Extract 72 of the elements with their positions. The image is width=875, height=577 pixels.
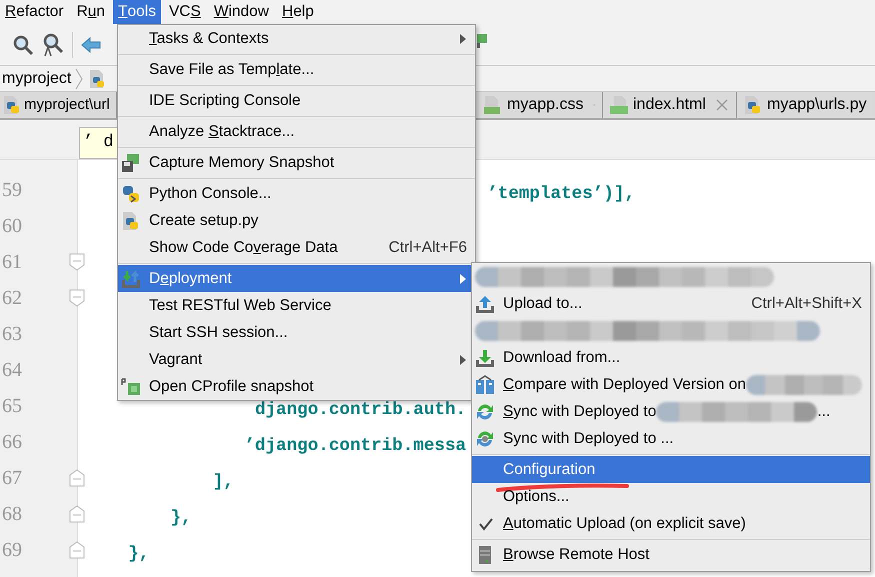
menu-item[interactable]: Run: [72, 0, 110, 24]
menu-item[interactable]: Vagrant: [118, 346, 475, 373]
menu-item[interactable]: Sync with Deployed to ...: [472, 425, 870, 452]
css-file-icon: [483, 95, 503, 115]
breadcrumb-item[interactable]: myproject: [2, 66, 72, 90]
python-file-icon: [121, 210, 141, 230]
code-line: },: [128, 546, 150, 562]
submenu-arrow-icon: [459, 272, 467, 284]
menu-item[interactable]: Analyze Stacktrace...: [118, 118, 475, 145]
line-number: 60: [2, 214, 22, 239]
code-line: ’django.contrib.messa: [244, 438, 466, 454]
chevron-icon: [75, 68, 84, 90]
menu-item[interactable]: IDE Scripting Console: [118, 87, 475, 114]
code-line: django.contrib.auth.: [254, 402, 466, 418]
profiler-icon: [121, 376, 141, 396]
line-number: 62: [2, 286, 22, 311]
fold-marker-icon[interactable]: [69, 541, 85, 559]
fold-marker-icon[interactable]: [69, 253, 85, 271]
python-icon: [121, 184, 141, 204]
menu-item[interactable]: Compare with Deployed Version on: [472, 371, 870, 398]
upload-icon: [475, 294, 495, 314]
fold-marker-icon[interactable]: [69, 469, 85, 487]
menu-item[interactable]: Save File as Template...: [118, 56, 475, 83]
line-number: 67: [2, 466, 22, 491]
submenu-arrow-icon: [459, 32, 467, 44]
line-number: 65: [2, 394, 22, 419]
memory-snapshot-icon: [121, 152, 141, 172]
search-icon[interactable]: [12, 34, 34, 56]
code-line: ’templates’)],: [487, 186, 636, 202]
back-arrow-icon[interactable]: [81, 36, 101, 52]
sync-icon: [475, 402, 495, 422]
menu-item[interactable]: Show Code Coverage Data Ctrl+Alt+F6: [118, 234, 475, 261]
menu-item[interactable]: Options...: [472, 483, 870, 510]
menu-item[interactable]: Start SSH session...: [118, 319, 475, 346]
menu-item[interactable]: Browse Remote Host: [472, 541, 870, 568]
line-number: 69: [2, 538, 22, 563]
menu-item[interactable]: Upload to... Ctrl+Alt+Shift+X: [472, 290, 870, 317]
download-icon: [475, 348, 495, 368]
line-number: 59: [2, 178, 22, 203]
line-number: 64: [2, 358, 22, 383]
sync-icon: [475, 428, 495, 448]
menu-item[interactable]: Refactor: [0, 0, 69, 24]
submenu-arrow-icon: [459, 354, 467, 366]
menu-item[interactable]: Open CProfile snapshot: [118, 373, 475, 400]
fold-marker-icon[interactable]: [69, 505, 85, 523]
menu-item[interactable]: Window: [208, 0, 274, 24]
menu-item[interactable]: Automatic Upload (on explicit save): [472, 510, 870, 537]
code-line: ],: [212, 474, 234, 490]
deploy-icon: [121, 268, 141, 288]
line-number: 61: [2, 250, 22, 275]
menu-item[interactable]: Help: [276, 0, 319, 24]
menu-item[interactable]: Download from...: [472, 344, 870, 371]
python-file-icon: [743, 95, 763, 115]
chip-icon[interactable]: [476, 33, 488, 49]
close-icon[interactable]: [716, 99, 728, 111]
code-line: },: [170, 510, 192, 526]
menu-item[interactable]: Test RESTful Web Service: [118, 292, 475, 319]
search-text-icon[interactable]: [42, 32, 64, 56]
menu-item[interactable]: Python Console...: [118, 180, 475, 207]
tooltip: ’ d: [79, 127, 119, 159]
menu-item[interactable]: Tools: [113, 0, 161, 24]
menu-item[interactable]: Create setup.py: [118, 207, 475, 234]
menu-item[interactable]: VCS: [164, 0, 206, 24]
python-file-icon: [2, 95, 22, 115]
menu-item[interactable]: Sync with Deployed to ...: [472, 398, 870, 425]
menu-item[interactable]: Capture Memory Snapshot: [118, 149, 475, 176]
line-number: 68: [2, 502, 22, 527]
line-number: 63: [2, 322, 22, 347]
compare-icon: [475, 374, 495, 394]
html-file-icon: [609, 95, 629, 115]
line-number: 66: [2, 430, 22, 455]
fold-marker-icon[interactable]: [69, 289, 85, 307]
